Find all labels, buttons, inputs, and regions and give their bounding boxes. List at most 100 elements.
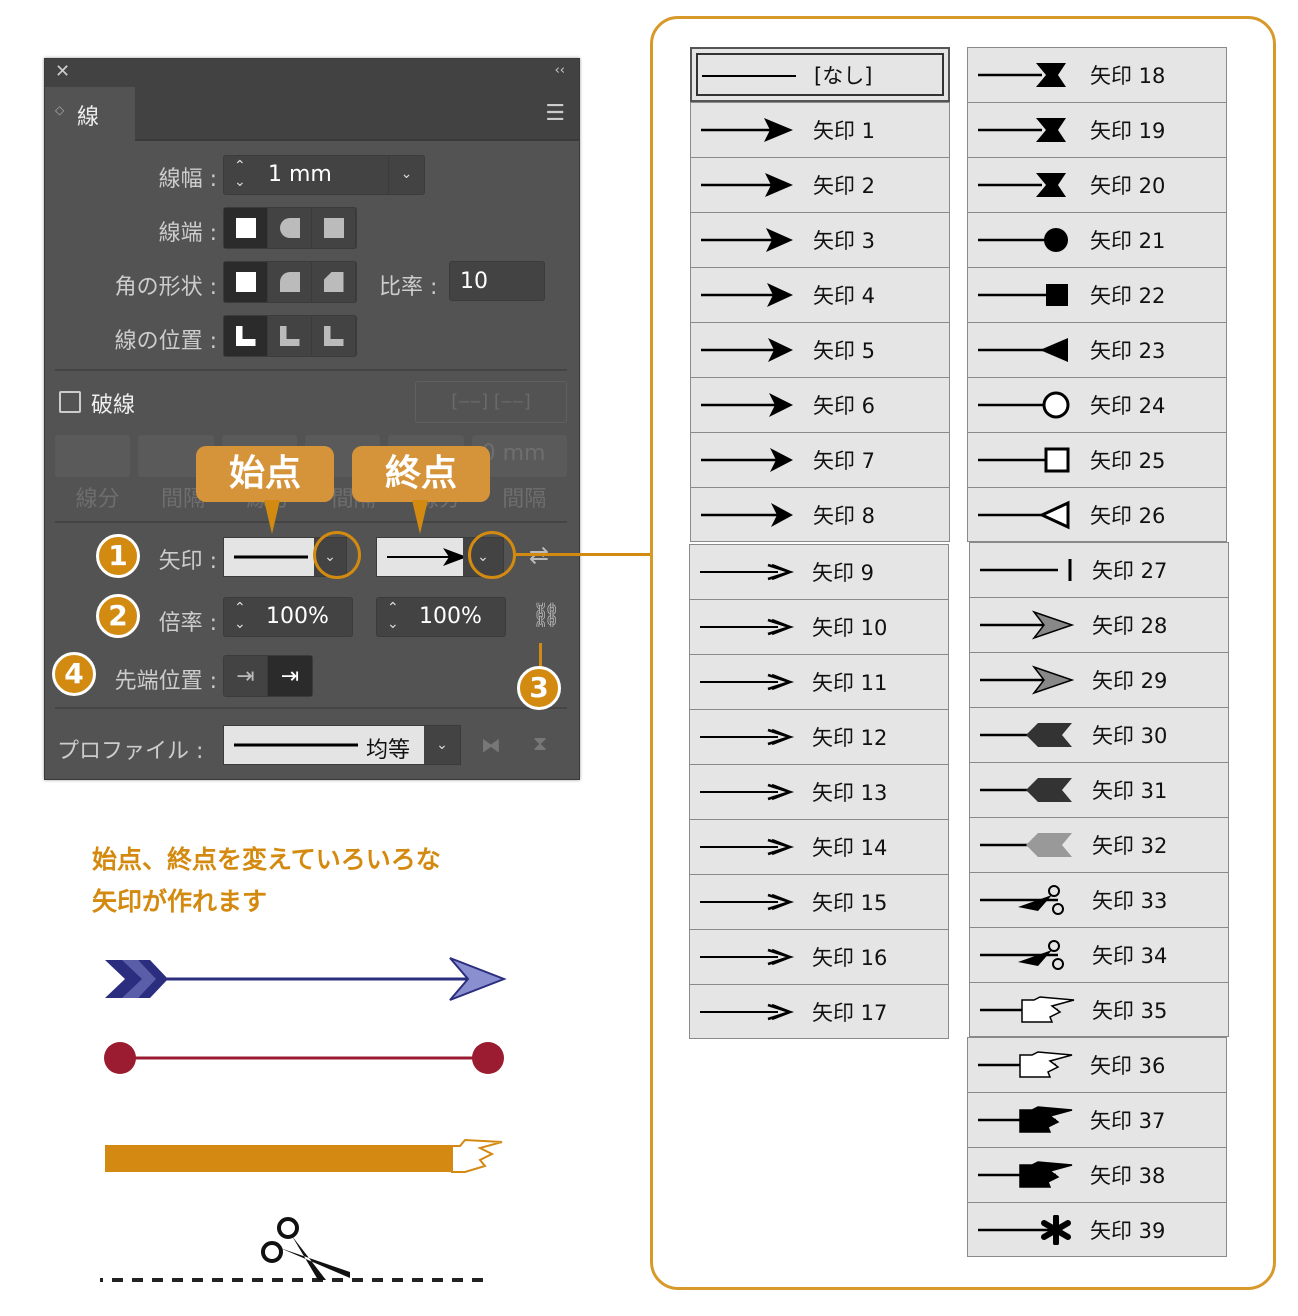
start-scale-field[interactable]: ⌃ ⌄ 100%	[223, 597, 353, 637]
arrowhead-icon	[702, 75, 796, 77]
arrowhead-option[interactable]: 矢印 38	[967, 1147, 1227, 1202]
dash-align-buttons[interactable]: [‒‒] [‒‒]	[415, 381, 567, 423]
tab-stroke[interactable]: ◇ 線	[45, 87, 135, 141]
stroke-width-field[interactable]: ⌃ ⌄ 1 mm ⌄	[223, 155, 425, 195]
arrowhead-option[interactable]: 矢印 7	[690, 432, 950, 487]
arrowhead-option[interactable]: 矢印 36	[967, 1037, 1227, 1092]
arrowhead-label: 矢印 13	[812, 781, 888, 805]
profile-label: プロファイル :	[57, 739, 204, 764]
stepper-icon[interactable]: ⌃ ⌄	[234, 600, 246, 632]
arrowhead-option[interactable]: 矢印 10	[689, 599, 949, 654]
arrowhead-option[interactable]: 矢印 11	[689, 654, 949, 709]
arrowhead-icon	[978, 1161, 1073, 1188]
arrowhead-icon	[700, 1003, 795, 1021]
arrowhead-column: 矢印 27 矢印 28 矢印 29 矢印 30 矢印 31 矢印 32 矢印 33 矢印 34…	[969, 542, 1229, 1037]
arrowhead-option[interactable]: 矢印 4	[690, 267, 950, 322]
align-inside-button[interactable]	[268, 316, 312, 356]
stepper-icon[interactable]: ⌃ ⌄	[234, 158, 246, 190]
arrowhead-label: 矢印 37	[1090, 1109, 1166, 1133]
stroke-width-value[interactable]: 1 mm	[268, 162, 332, 187]
dashed-checkbox[interactable]	[59, 391, 81, 413]
start-dropdown-highlight	[313, 531, 361, 579]
arrowhead-option[interactable]: 矢印 3	[690, 212, 950, 267]
stroke-width-label: 線幅 :	[158, 167, 217, 192]
arrowhead-option[interactable]: 矢印 2	[690, 157, 950, 212]
arrowhead-option[interactable]: 矢印 37	[967, 1092, 1227, 1147]
align-label: 線の位置 :	[114, 329, 217, 354]
arrowhead-option[interactable]: 矢印 12	[689, 709, 949, 764]
arrowhead-option[interactable]: 矢印 21	[967, 212, 1227, 267]
close-icon[interactable]: ✕	[55, 61, 70, 82]
round-join-button[interactable]	[268, 262, 312, 302]
arrowhead-option[interactable]: 矢印 13	[689, 764, 949, 819]
arrowhead-option[interactable]: 矢印 17	[689, 984, 949, 1039]
arrowhead-option[interactable]: 矢印 5	[690, 322, 950, 377]
arrowhead-option[interactable]: 矢印 39	[967, 1202, 1227, 1257]
align-outside-button[interactable]	[312, 316, 356, 356]
arrowhead-option[interactable]: 矢印 18	[967, 47, 1227, 102]
connector-line	[539, 643, 542, 667]
chevron-down-icon[interactable]: ⌄	[388, 156, 424, 194]
miter-field[interactable]: 10	[449, 261, 545, 301]
arrowhead-option[interactable]: 矢印 14	[689, 819, 949, 874]
arrowhead-option[interactable]: 矢印 34	[969, 927, 1229, 982]
menu-icon[interactable]: ☰	[545, 101, 565, 126]
collapse-icon[interactable]: ‹‹	[555, 63, 565, 78]
arrowhead-icon	[701, 393, 793, 417]
arrowhead-option[interactable]: 矢印 16	[689, 929, 949, 984]
arrowhead-label: 矢印 36	[1090, 1054, 1166, 1078]
arrowhead-option[interactable]: 矢印 31	[969, 762, 1229, 817]
unlink-icon[interactable]: ⛓	[531, 601, 561, 629]
arrowhead-option[interactable]: 矢印 23	[967, 322, 1227, 377]
arrowhead-option[interactable]: 矢印 26	[967, 487, 1227, 542]
arrowhead-option[interactable]: 矢印 8	[690, 487, 950, 542]
start-scale-value[interactable]: 100%	[266, 604, 329, 629]
arrowhead-option[interactable]: 矢印 24	[967, 377, 1227, 432]
miter-join-button[interactable]	[224, 262, 268, 302]
end-scale-field[interactable]: ⌃ ⌄ 100%	[376, 597, 506, 637]
arrowhead-option[interactable]: 矢印 6	[690, 377, 950, 432]
arrowhead-option[interactable]: [なし]	[690, 47, 950, 102]
arrowhead-option[interactable]: 矢印 25	[967, 432, 1227, 487]
arrowhead-option[interactable]: 矢印 9	[689, 544, 949, 599]
badge-2: 2	[96, 594, 140, 638]
arrowhead-option[interactable]: 矢印 19	[967, 102, 1227, 157]
arrowhead-icon	[980, 940, 1064, 970]
arrowhead-option[interactable]: 矢印 20	[967, 157, 1227, 212]
tip-inside-button[interactable]: ⇥	[268, 656, 312, 696]
align-center-button[interactable]	[224, 316, 268, 356]
end-scale-value[interactable]: 100%	[419, 604, 482, 629]
dash-field[interactable]	[55, 435, 131, 477]
chevron-down-icon[interactable]: ⌄	[424, 726, 460, 764]
arrowhead-option[interactable]: 矢印 15	[689, 874, 949, 929]
arrowhead-label: 矢印 10	[812, 616, 888, 640]
arrowhead-option[interactable]: 矢印 1	[690, 102, 950, 157]
flip-horizontal-icon[interactable]: ⧓	[481, 733, 501, 757]
arrowhead-option[interactable]: 矢印 32	[969, 817, 1229, 872]
arrowhead-option[interactable]: 矢印 28	[969, 597, 1229, 652]
tip-extend-button[interactable]: ⇥	[224, 656, 268, 696]
arrowhead-icon	[701, 283, 793, 307]
arrowhead-option[interactable]: 矢印 22	[967, 267, 1227, 322]
arrowhead-option[interactable]: 矢印 27	[969, 542, 1229, 597]
stepper-icon[interactable]: ⌃ ⌄	[387, 600, 399, 632]
arrowhead-option[interactable]: 矢印 33	[969, 872, 1229, 927]
profile-select[interactable]: 均等 ⌄	[223, 725, 461, 765]
arrowhead-label: 矢印 38	[1090, 1164, 1166, 1188]
butt-cap-button[interactable]	[224, 208, 268, 248]
cap-label: 線端 :	[158, 221, 217, 246]
arrowhead-label: 矢印 5	[813, 339, 876, 363]
arrowhead-option[interactable]: 矢印 30	[969, 707, 1229, 762]
flip-vertical-icon[interactable]: ⧗	[533, 731, 547, 755]
arrowhead-option[interactable]: 矢印 35	[969, 982, 1229, 1037]
bevel-join-button[interactable]	[312, 262, 356, 302]
square-cap-button[interactable]	[312, 208, 356, 248]
expand-icon[interactable]: ◇	[55, 103, 64, 117]
callout-pointer	[264, 500, 280, 534]
arrowhead-label: 矢印 31	[1092, 779, 1168, 803]
arrowhead-column: 矢印 18 矢印 19 矢印 20 矢印 21 矢印 22 矢印 23 矢印 24 矢印 25…	[967, 47, 1227, 542]
arrowhead-option[interactable]: 矢印 29	[969, 652, 1229, 707]
arrowhead-label: 矢印 32	[1092, 834, 1168, 858]
round-cap-button[interactable]	[268, 208, 312, 248]
arrowhead-label: 矢印 14	[812, 836, 888, 860]
